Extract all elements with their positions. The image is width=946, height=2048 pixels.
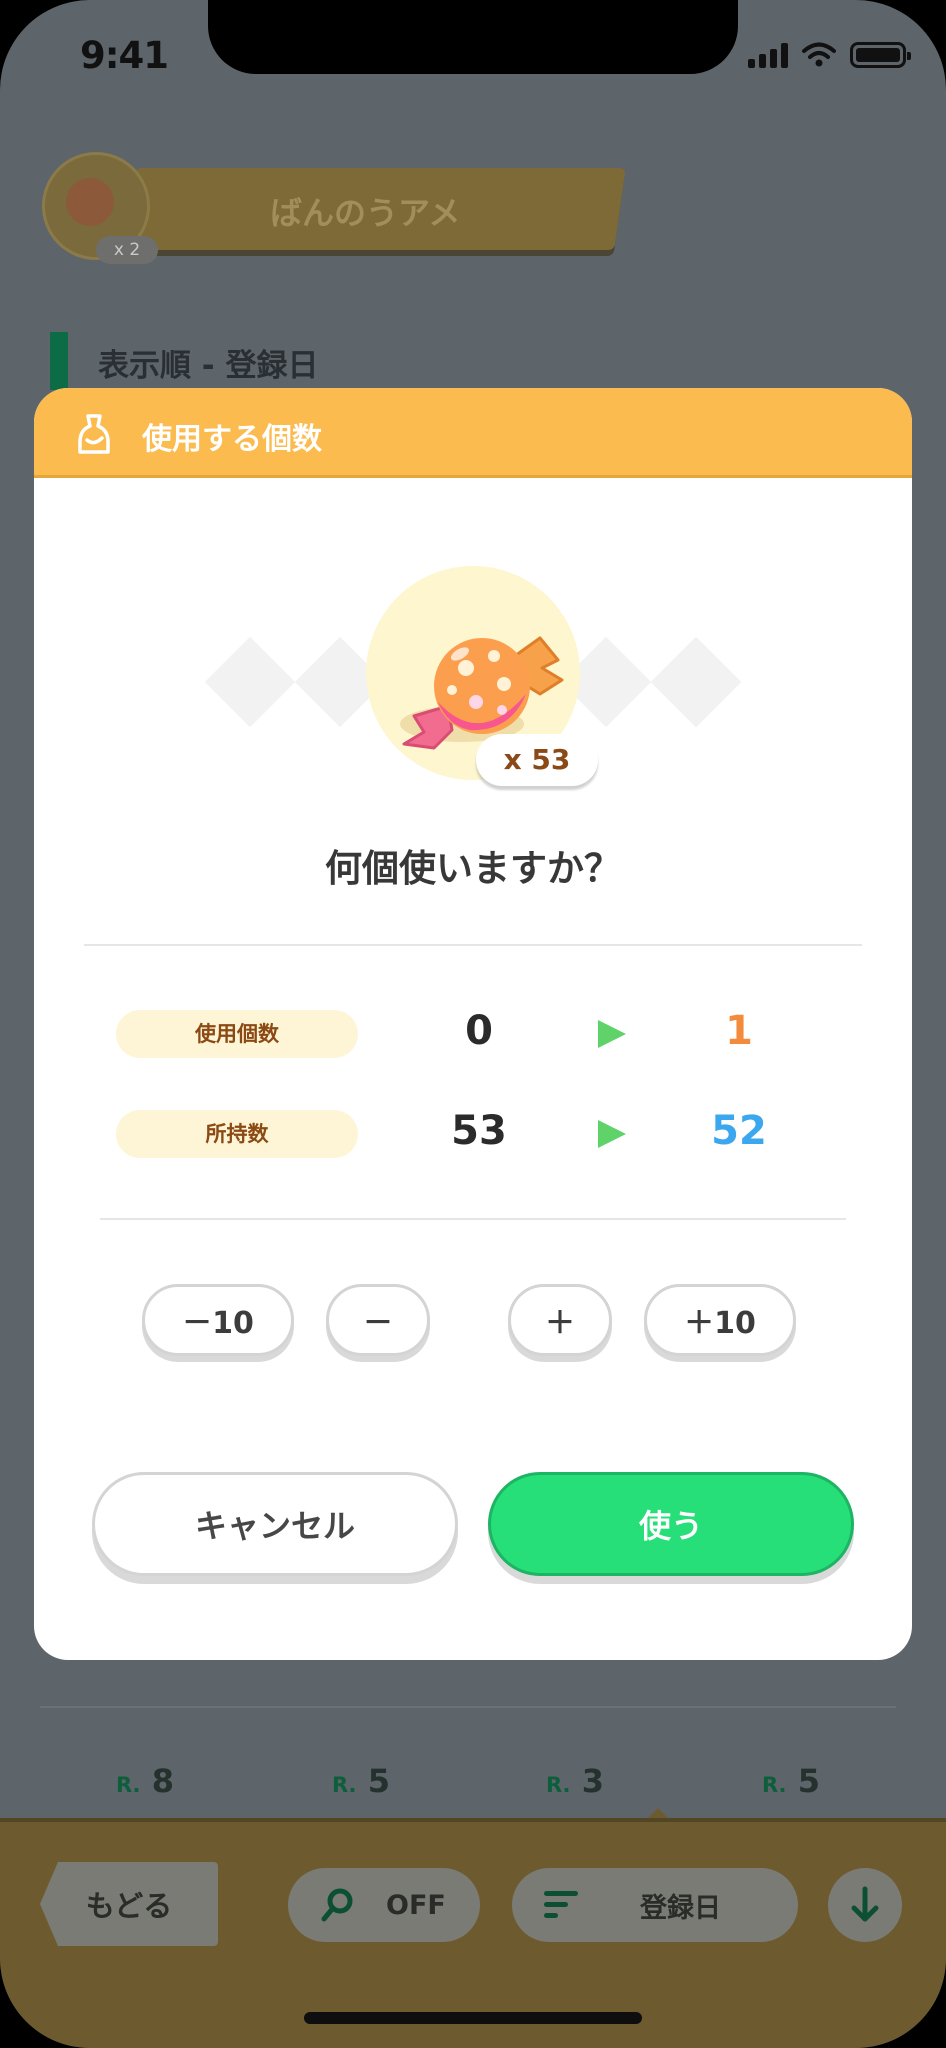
cancel-label: キャンセル xyxy=(194,1507,355,1545)
rank-item: R. 5 xyxy=(332,1762,390,1800)
sort-button-label: 登録日 xyxy=(640,1892,721,1924)
owned-count-badge: x 53 xyxy=(476,734,598,786)
item-name: ばんのうアメ xyxy=(270,194,461,232)
rank-item: R. 8 xyxy=(116,1762,174,1800)
use-count-from: 0 xyxy=(465,1008,493,1054)
sort-heading: 表示順 - 登録日 xyxy=(98,348,319,384)
candy-icon xyxy=(66,178,114,226)
dialog-question: 何個使いますか？ xyxy=(325,847,621,890)
arrow-right-icon xyxy=(598,1020,626,1048)
rank-item: R. 5 xyxy=(762,1762,820,1800)
owned-count-from: 53 xyxy=(451,1108,507,1154)
dialog-title: 使用する個数 xyxy=(142,422,322,457)
status-time: 9:41 xyxy=(80,34,169,77)
divider xyxy=(100,1218,846,1220)
plus-10-label: ＋10 xyxy=(684,1306,756,1341)
arrow-right-icon xyxy=(598,1120,626,1148)
decor-diamond xyxy=(650,636,742,728)
use-quantity-dialog: 使用する個数 x 53 何個使いますか？ 使用個数 0 1 所持数 53 52 … xyxy=(34,388,912,1660)
cancel-button[interactable]: キャンセル xyxy=(92,1472,458,1576)
decor-diamond xyxy=(204,636,296,728)
use-count-label: 使用個数 xyxy=(116,1010,358,1058)
back-label: もどる xyxy=(85,1889,173,1923)
phone-screen: ばんのうアメ x 2 表示順 - 登録日 R. 8 R. 5 R. 3 R. 5… xyxy=(0,0,946,2048)
minus-10-button[interactable]: －10 xyxy=(142,1284,294,1356)
status-icons xyxy=(748,42,911,68)
signal-icon xyxy=(748,42,788,68)
use-button[interactable]: 使う xyxy=(488,1472,854,1576)
home-indicator[interactable] xyxy=(304,2012,642,2024)
device-notch xyxy=(208,0,738,74)
sort-button[interactable]: 登録日 xyxy=(512,1868,798,1942)
rank-item: R. 3 xyxy=(546,1762,604,1800)
plus-10-button[interactable]: ＋10 xyxy=(644,1284,796,1356)
sort-accent-bar xyxy=(50,332,68,390)
plus-1-label: ＋ xyxy=(545,1306,575,1341)
divider xyxy=(84,944,862,946)
wifi-icon xyxy=(802,42,836,67)
minus-1-label: － xyxy=(363,1306,393,1341)
battery-icon xyxy=(850,42,911,68)
arrow-down-icon xyxy=(851,1886,879,1922)
minus-1-button[interactable]: － xyxy=(326,1284,430,1356)
minus-10-label: －10 xyxy=(182,1306,254,1341)
dialog-header: 使用する個数 xyxy=(34,388,912,478)
owned-count-to: 52 xyxy=(711,1108,767,1154)
sort-direction-button[interactable] xyxy=(828,1868,902,1942)
search-filter-label: OFF xyxy=(386,1889,446,1921)
back-button[interactable]: もどる xyxy=(40,1862,218,1946)
sort-lines-icon xyxy=(544,1891,578,1918)
search-icon xyxy=(321,1888,353,1922)
pokemon-silhouette-icon xyxy=(78,414,110,454)
divider xyxy=(40,1706,896,1708)
use-label: 使う xyxy=(638,1507,703,1545)
rank-row: R. 8 R. 5 R. 3 R. 5 xyxy=(0,1762,946,1802)
plus-1-button[interactable]: ＋ xyxy=(508,1284,612,1356)
search-filter-button[interactable]: OFF xyxy=(288,1868,480,1942)
use-count-to: 1 xyxy=(725,1008,753,1054)
item-count-badge: x 2 xyxy=(96,236,158,264)
owned-count-label: 所持数 xyxy=(116,1110,358,1158)
